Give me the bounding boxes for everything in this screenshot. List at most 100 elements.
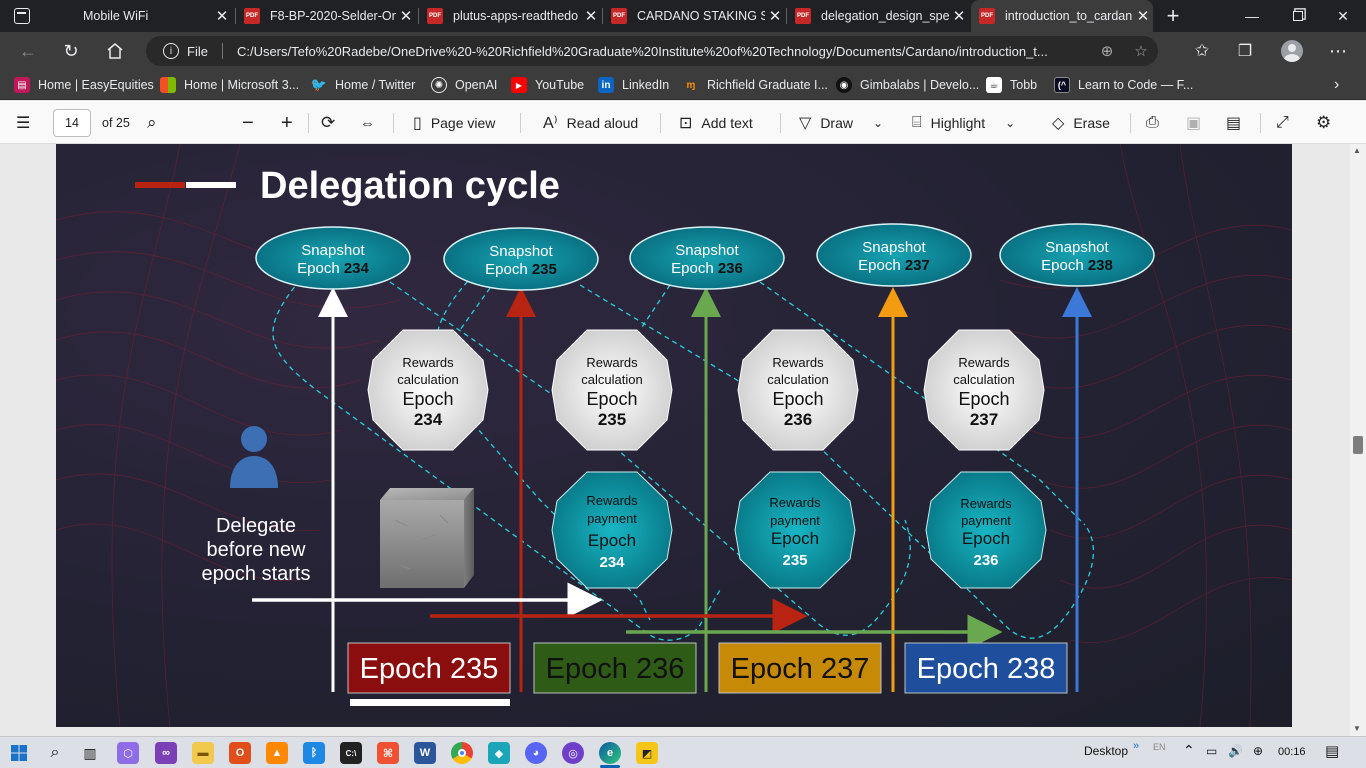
- save-as-button[interactable]: ▤: [1226, 111, 1241, 135]
- bookmark-freecodecamp[interactable]: (^ Learn to Code — F...: [1054, 75, 1193, 95]
- search-button[interactable]: ⌕: [147, 111, 166, 135]
- close-window-button[interactable]: ✕: [1320, 0, 1366, 32]
- minimize-button[interactable]: —: [1229, 0, 1275, 32]
- visual-studio-icon[interactable]: ∞: [155, 742, 177, 764]
- site-info-icon[interactable]: i: [163, 43, 179, 59]
- close-icon[interactable]: ✕: [949, 7, 969, 25]
- save-button[interactable]: ▣: [1186, 111, 1201, 135]
- bookmark-richfield[interactable]: ɱ Richfield Graduate I...: [683, 75, 828, 95]
- bookmark-tobb[interactable]: ☕ Tobb: [986, 75, 1037, 95]
- github-icon[interactable]: ◎: [562, 742, 584, 764]
- new-tab-button[interactable]: +: [1150, 0, 1196, 32]
- chevron-down-icon[interactable]: ⌄: [1005, 116, 1015, 130]
- close-icon[interactable]: ✕: [396, 7, 416, 25]
- tab-actions-icon[interactable]: [14, 8, 30, 24]
- snapshot-label: Snapshot: [1045, 239, 1109, 256]
- word-icon[interactable]: W: [414, 742, 436, 764]
- bookmark-easyequities[interactable]: ▤ Home | EasyEquities: [14, 75, 154, 95]
- restore-button[interactable]: [1275, 0, 1321, 32]
- highlight-button[interactable]: ⌸ Highlight ⌄: [912, 111, 1015, 135]
- draw-icon: ▽: [799, 115, 812, 132]
- add-text-button[interactable]: ⊡ Add text: [679, 111, 753, 135]
- more-bookmarks-chevron-icon[interactable]: ›: [1334, 75, 1339, 95]
- tab-title: F8-BP-2020-Selder-On: [270, 9, 396, 23]
- bookmark-label: Richfield Graduate I...: [707, 78, 828, 92]
- fit-page-button[interactable]: ⇔: [360, 111, 375, 135]
- windows-start-icon[interactable]: [8, 742, 30, 764]
- scroll-down-icon[interactable]: ▼: [1353, 724, 1361, 733]
- file-explorer-icon[interactable]: ▬: [192, 742, 214, 764]
- erase-button[interactable]: ◇ Erase: [1052, 111, 1110, 135]
- photos-app-icon[interactable]: ◆: [488, 742, 510, 764]
- scrollbar-thumb[interactable]: [1353, 436, 1363, 454]
- back-button[interactable]: ←: [12, 35, 44, 67]
- bluetooth-icon[interactable]: ᛒ: [303, 742, 325, 764]
- close-icon[interactable]: ✕: [212, 7, 232, 25]
- zoom-icon[interactable]: ⊕: [1090, 42, 1124, 60]
- zoom-out-button[interactable]: −: [242, 111, 254, 135]
- git-app-icon[interactable]: ⌘: [377, 742, 399, 764]
- volume-icon[interactable]: 🔊: [1228, 744, 1243, 758]
- page-view-button[interactable]: ▯ Page view: [413, 111, 495, 135]
- tab-title: plutus-apps-readthedo: [453, 9, 579, 23]
- profile-button[interactable]: [1276, 35, 1308, 67]
- tab-mobile-wifi[interactable]: Mobile WiFi ✕: [40, 0, 232, 32]
- fullscreen-button[interactable]: ⤢: [1276, 111, 1289, 135]
- vertical-scrollbar[interactable]: ▲ ▼: [1350, 144, 1366, 736]
- show-hidden-icons-icon[interactable]: ⌃: [1183, 742, 1195, 759]
- language-indicator[interactable]: EN: [1153, 742, 1166, 752]
- bookmark-youtube[interactable]: ▶ YouTube: [511, 75, 584, 95]
- bookmark-gimbalabs[interactable]: ◉ Gimbalabs | Develo...: [836, 75, 979, 95]
- tab-cardano-staking[interactable]: PDF CARDANO STAKING S ✕: [603, 0, 785, 32]
- clock-time[interactable]: 00:16: [1278, 746, 1306, 758]
- zoom-in-button[interactable]: +: [281, 111, 293, 135]
- url-field[interactable]: i File C:/Users/Tefo%20Radebe/OneDrive%2…: [146, 36, 1158, 66]
- chevron-double-icon[interactable]: »: [1133, 740, 1139, 752]
- chrome-icon[interactable]: [451, 742, 473, 764]
- current-epoch-underline: [350, 699, 510, 706]
- close-icon[interactable]: ✕: [765, 7, 785, 25]
- draw-button[interactable]: ▽ Draw ⌄: [799, 111, 883, 135]
- close-icon[interactable]: ✕: [581, 7, 601, 25]
- contents-button[interactable]: ☰: [16, 111, 39, 135]
- favorites-button[interactable]: ✩: [1186, 35, 1218, 67]
- edge-icon[interactable]: e: [599, 742, 621, 764]
- collections-button[interactable]: ❐: [1229, 35, 1261, 67]
- network-icon[interactable]: ▭: [1206, 744, 1217, 758]
- notification-icon[interactable]: ▤: [1325, 742, 1339, 760]
- bookmark-microsoft[interactable]: Home | Microsoft 3...: [160, 75, 299, 95]
- scroll-up-icon[interactable]: ▲: [1353, 146, 1361, 155]
- slide-title: Delegation cycle: [260, 165, 560, 207]
- add-favorite-icon[interactable]: ☆: [1124, 42, 1158, 60]
- refresh-button[interactable]: ↻: [55, 35, 87, 67]
- home-button[interactable]: [99, 35, 131, 67]
- tab-f8-bp-2020[interactable]: PDF F8-BP-2020-Selder-On ✕: [236, 0, 416, 32]
- app-cube-icon[interactable]: ⬡: [117, 742, 139, 764]
- page-number-input[interactable]: 14: [53, 109, 91, 137]
- vlc-icon[interactable]: ▲: [266, 742, 288, 764]
- sticky-app-icon[interactable]: ◩: [636, 742, 658, 764]
- snapshot-epoch-235: Snapshot Epoch 235: [443, 227, 599, 291]
- language-globe-icon[interactable]: ⊕: [1253, 744, 1263, 758]
- read-aloud-button[interactable]: A⁾ Read aloud: [543, 111, 638, 135]
- settings-more-button[interactable]: ⋯: [1322, 35, 1354, 67]
- search-icon[interactable]: ⌕: [44, 742, 66, 764]
- discord-icon[interactable]: ◕: [525, 742, 547, 764]
- terminal-icon[interactable]: C:\: [340, 742, 362, 764]
- bookmark-openai[interactable]: ✺ OpenAI: [431, 75, 497, 95]
- tab-plutus-apps[interactable]: PDF plutus-apps-readthedo ✕: [419, 0, 601, 32]
- pdf-viewer[interactable]: Delegation cycle Snapshot Epoch 234 Snap…: [0, 144, 1366, 736]
- bookmark-twitter[interactable]: 🐦 Home / Twitter: [311, 75, 415, 95]
- desktop-toolbar-label[interactable]: Desktop: [1084, 744, 1128, 758]
- rotate-button[interactable]: ⟳: [321, 111, 335, 135]
- bookmark-linkedin[interactable]: in LinkedIn: [598, 75, 669, 95]
- svg-text:calculation: calculation: [397, 372, 458, 387]
- office-icon[interactable]: O: [229, 742, 251, 764]
- tab-introduction-to-cardano[interactable]: PDF introduction_to_cardan ✕: [971, 0, 1153, 32]
- pdf-settings-button[interactable]: ⚙: [1316, 111, 1331, 135]
- task-view-icon[interactable]: ▥: [79, 742, 101, 764]
- print-button[interactable]: ⎙: [1146, 111, 1159, 135]
- title-accent-red: [135, 182, 185, 188]
- tab-delegation-design[interactable]: PDF delegation_design_spe ✕: [787, 0, 969, 32]
- chevron-down-icon[interactable]: ⌄: [873, 116, 883, 130]
